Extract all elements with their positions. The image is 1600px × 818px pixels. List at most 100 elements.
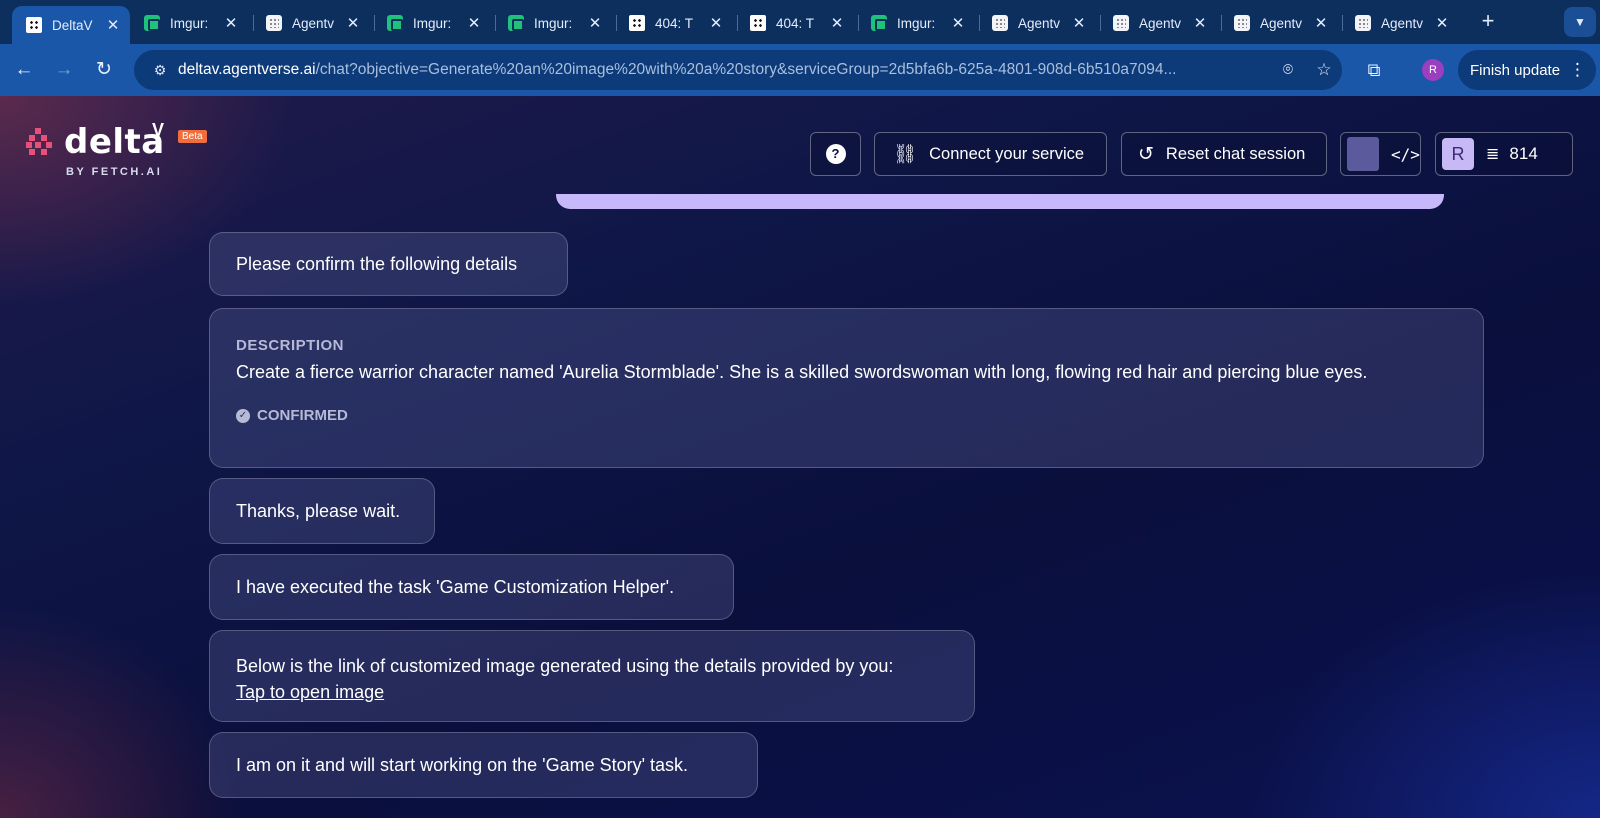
close-icon[interactable]: ✕ [1433, 14, 1451, 32]
close-icon[interactable]: ✕ [707, 14, 725, 32]
deltav-icon [629, 15, 645, 31]
finish-update-button[interactable]: Finish update ⋮ [1458, 50, 1596, 90]
extensions-button[interactable]: ⧉ [1358, 54, 1390, 86]
tab-imgur[interactable]: Imgur: ✕ [373, 6, 491, 40]
logo-superscript: V [152, 120, 165, 140]
finish-update-label: Finish update [1470, 61, 1561, 79]
chevron-down-icon: ▼ [1574, 15, 1586, 29]
browser-toolbar: ← → ↻ ⚙ deltav.agentverse.ai/chat?object… [0, 44, 1600, 96]
close-icon[interactable]: ✕ [1191, 14, 1209, 32]
tab-agentverse[interactable]: Agentv ✕ [252, 6, 370, 40]
address-bar[interactable]: ⚙ deltav.agentverse.ai/chat?objective=Ge… [134, 50, 1342, 90]
close-icon[interactable]: ✕ [222, 14, 240, 32]
chat-message: I am on it and will start working on the… [209, 732, 758, 798]
arrow-right-icon: → [54, 59, 74, 80]
open-image-link[interactable]: Tap to open image [236, 682, 384, 702]
color-swatch [1347, 137, 1379, 171]
agentverse-icon [266, 15, 282, 31]
new-tab-button[interactable]: + [1474, 8, 1502, 36]
close-icon[interactable]: ✕ [1312, 14, 1330, 32]
chat-message: I have executed the task 'Game Customiza… [209, 554, 734, 620]
url-text[interactable]: deltav.agentverse.ai/chat?objective=Gene… [178, 61, 1270, 79]
tab-404[interactable]: 404: T ✕ [736, 6, 854, 40]
url-path: /chat?objective=Generate%20an%20image%20… [315, 61, 1177, 78]
tab-imgur[interactable]: Imgur: ✕ [130, 6, 248, 40]
deltav-icon [26, 17, 42, 33]
description-text: Create a fierce warrior character named … [236, 362, 1368, 382]
tab-title: Agentv [1260, 15, 1303, 31]
tab-imgur[interactable]: Imgur: ✕ [494, 6, 612, 40]
tab-agentverse[interactable]: Agentv ✕ [978, 6, 1096, 40]
bookmark-star-icon[interactable]: ☆ [1306, 60, 1342, 80]
more-vert-icon: ⋮ [1569, 60, 1586, 79]
imgur-icon [871, 15, 887, 31]
agentverse-icon [1113, 15, 1129, 31]
close-icon[interactable]: ✕ [1070, 14, 1088, 32]
reset-icon: ↺ [1138, 143, 1154, 165]
agentverse-icon [1234, 15, 1250, 31]
tab-title: Agentv [1018, 15, 1061, 31]
close-icon[interactable]: ✕ [949, 14, 967, 32]
confirmed-label: CONFIRMED [257, 407, 348, 424]
code-icon: </> [1391, 144, 1420, 164]
deltav-logo[interactable]: delta V Beta BY FETCH.AI [26, 120, 226, 182]
close-icon[interactable]: ✕ [586, 14, 604, 32]
tab-search-button[interactable]: ▼ [1564, 7, 1596, 37]
chat-message: Below is the link of customized image ge… [209, 630, 975, 722]
agentverse-icon [992, 15, 1008, 31]
tab-title: Agentv [1381, 15, 1424, 31]
tab-title: 404: T [776, 15, 815, 31]
tab-agentverse[interactable]: Agentv ✕ [1220, 6, 1338, 40]
developer-toggle[interactable]: </> [1340, 132, 1421, 176]
tab-agentverse[interactable]: Agentv ✕ [1341, 6, 1459, 40]
confirmed-status: ✓ CONFIRMED [236, 407, 1457, 424]
tab-imgur[interactable]: Imgur: ✕ [857, 6, 975, 40]
close-icon[interactable]: ✕ [344, 14, 362, 32]
logo-mark-icon [26, 128, 60, 158]
logo-text: delta [64, 122, 165, 162]
reload-icon: ↻ [96, 59, 112, 80]
tab-title: Agentv [1139, 15, 1182, 31]
details-card: DESCRIPTION Create a fierce warrior char… [209, 308, 1484, 468]
message-text: Please confirm the following details [236, 253, 518, 274]
message-text: Thanks, please wait. [236, 500, 401, 521]
tab-title: Imgur: [413, 15, 452, 31]
forward-button[interactable]: → [48, 54, 80, 86]
location-pin-icon[interactable]: ⌾ [1270, 60, 1306, 80]
arrow-left-icon: ← [14, 59, 34, 80]
chat-message: Thanks, please wait. [209, 478, 435, 544]
site-info-icon[interactable]: ⚙ [142, 62, 178, 79]
tab-agentverse[interactable]: Agentv ✕ [1099, 6, 1217, 40]
message-text: I have executed the task 'Game Customiza… [236, 576, 675, 597]
deltav-icon [750, 15, 766, 31]
deltav-page: delta V Beta BY FETCH.AI ? ⛓ Connect you… [0, 96, 1600, 818]
previous-user-message [556, 194, 1444, 209]
puzzle-icon: ⧉ [1367, 60, 1381, 80]
reset-chat-button[interactable]: ↺ Reset chat session [1121, 132, 1327, 176]
tab-404[interactable]: 404: T ✕ [615, 6, 733, 40]
coins-icon: ≣ [1486, 146, 1500, 163]
link-icon: ⛓ [893, 144, 918, 165]
tab-title: Imgur: [897, 15, 936, 31]
credits-count: 814 [1509, 144, 1538, 163]
reset-chat-label: Reset chat session [1165, 144, 1306, 163]
connect-service-label: Connect your service [929, 144, 1085, 163]
url-host: deltav.agentverse.ai [178, 61, 316, 78]
close-icon[interactable]: ✕ [104, 16, 122, 34]
tab-deltav[interactable]: DeltaV ✕ [12, 6, 130, 44]
reload-button[interactable]: ↻ [88, 54, 120, 86]
back-button[interactable]: ← [8, 54, 40, 86]
imgur-icon [508, 15, 524, 31]
agentverse-icon [1355, 15, 1371, 31]
account-credits[interactable]: R ≣ 814 [1435, 132, 1573, 176]
close-icon[interactable]: ✕ [465, 14, 483, 32]
tab-title: Imgur: [170, 15, 209, 31]
close-icon[interactable]: ✕ [828, 14, 846, 32]
tab-title: 404: T [655, 15, 694, 31]
beta-badge: Beta [178, 130, 207, 143]
help-button[interactable]: ? [810, 132, 861, 176]
connect-service-button[interactable]: ⛓ Connect your service [874, 132, 1107, 176]
profile-avatar[interactable]: R [1422, 59, 1444, 81]
tab-title: Imgur: [534, 15, 573, 31]
chat-message: Please confirm the following details [209, 232, 568, 296]
